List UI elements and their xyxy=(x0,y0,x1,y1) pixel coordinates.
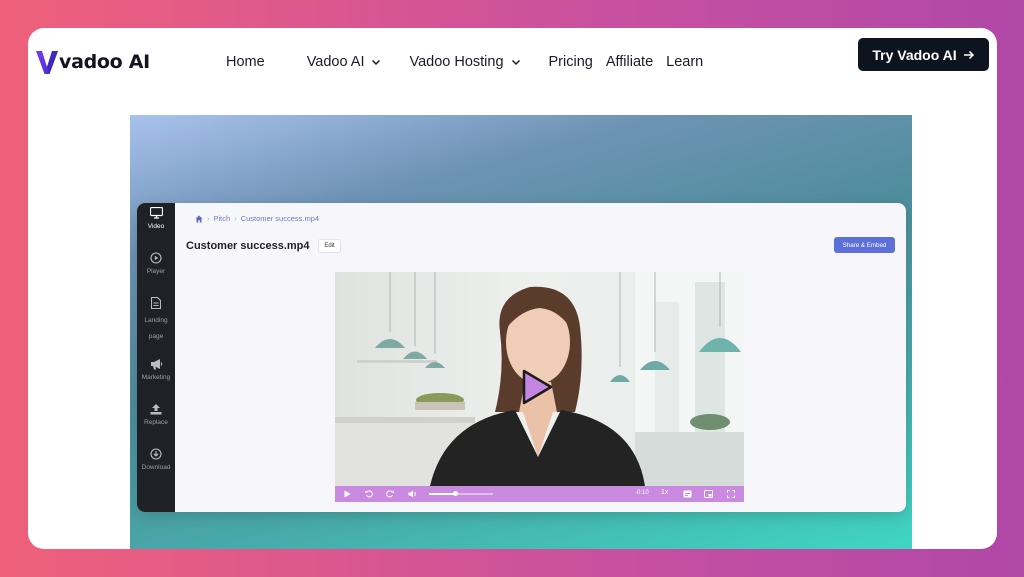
play-icon[interactable] xyxy=(344,490,351,498)
nav-home-label: Home xyxy=(226,54,265,70)
time-remaining: -0:10 xyxy=(635,490,649,496)
captions-icon[interactable] xyxy=(683,490,692,498)
vadoo-logo[interactable]: vadoo AI xyxy=(36,49,150,75)
video-player[interactable]: -0:10 1x xyxy=(335,272,744,502)
nav-affiliate-label: Affiliate xyxy=(605,54,654,70)
chevron-down-icon xyxy=(511,59,520,66)
nav-vadoo-ai[interactable]: Vadoo AI xyxy=(307,54,382,70)
nav-vadoo-hosting-label: Vadoo Hosting xyxy=(409,54,504,70)
chevron-down-icon xyxy=(372,59,381,66)
arrow-right-icon xyxy=(963,50,974,59)
nav-learn[interactable]: Learn xyxy=(666,54,703,70)
fullscreen-icon[interactable] xyxy=(727,490,735,498)
sidebar-item-label: Landing page xyxy=(144,317,168,340)
breadcrumb-separator: › xyxy=(207,214,210,223)
sidebar-item-replace[interactable]: Replace xyxy=(137,403,175,427)
download-icon xyxy=(150,448,162,460)
sidebar-item-download[interactable]: Download xyxy=(137,448,175,472)
share-embed-button[interactable]: Share & Embed xyxy=(834,237,895,253)
vadoo-app-preview: Video Player Landing page Marketing Repl… xyxy=(137,203,906,512)
nav-home[interactable]: Home xyxy=(226,54,265,70)
breadcrumb-separator: › xyxy=(234,214,237,223)
play-circle-icon xyxy=(150,252,162,264)
sidebar-item-marketing[interactable]: Marketing xyxy=(137,358,175,382)
rewind-icon[interactable] xyxy=(365,490,373,498)
try-vadoo-ai-button[interactable]: Try Vadoo AI xyxy=(858,38,989,71)
play-icon[interactable] xyxy=(520,368,554,406)
nav-pricing[interactable]: Pricing xyxy=(549,54,593,70)
megaphone-icon xyxy=(150,359,162,370)
upload-icon xyxy=(150,404,162,415)
app-sidebar: Video Player Landing page Marketing Repl… xyxy=(137,203,175,512)
sidebar-item-player[interactable]: Player xyxy=(137,252,175,276)
picture-in-picture-icon[interactable] xyxy=(704,490,713,498)
browser-window: vadoo AI Home Vadoo AI Vadoo Hosting Pri… xyxy=(28,28,997,549)
main-nav: Home Vadoo AI Vadoo Hosting Pricing Affi… xyxy=(226,54,703,70)
progress-fill xyxy=(429,493,455,495)
nav-affiliate[interactable]: Affiliate xyxy=(606,54,653,70)
hero-screenshot: Video Player Landing page Marketing Repl… xyxy=(130,115,912,549)
brand-name: vadoo AI xyxy=(59,51,150,73)
progress-handle[interactable] xyxy=(452,491,458,496)
vadoo-v-logo-icon xyxy=(36,51,58,74)
sidebar-item-label: Download xyxy=(141,464,171,471)
monitor-icon xyxy=(149,207,163,219)
sidebar-item-label: Marketing xyxy=(141,374,171,381)
sidebar-item-landing-page[interactable]: Landing page xyxy=(137,297,175,345)
document-icon xyxy=(151,297,161,309)
volume-icon[interactable] xyxy=(408,490,418,498)
sidebar-item-label: Video xyxy=(147,223,165,230)
nav-vadoo-hosting[interactable]: Vadoo Hosting xyxy=(409,54,520,70)
nav-pricing-label: Pricing xyxy=(548,54,593,70)
breadcrumb-item-current: Customer success.mp4 xyxy=(240,214,320,223)
nav-learn-label: Learn xyxy=(666,54,704,70)
playback-speed[interactable]: 1x xyxy=(661,489,668,496)
nav-vadoo-ai-label: Vadoo AI xyxy=(306,54,365,70)
breadcrumb: › Pitch › Customer success.mp4 xyxy=(195,214,319,223)
video-control-bar: -0:10 1x xyxy=(335,486,744,502)
forward-icon[interactable] xyxy=(386,490,394,498)
breadcrumb-item[interactable]: Pitch xyxy=(214,214,231,223)
sidebar-item-label: Player xyxy=(146,268,166,275)
sidebar-item-video[interactable]: Video xyxy=(137,207,175,231)
home-icon[interactable] xyxy=(195,215,203,223)
cta-label: Try Vadoo AI xyxy=(872,46,957,63)
edit-button[interactable]: Edit xyxy=(318,239,341,253)
progress-track[interactable] xyxy=(429,491,493,496)
video-title: Customer success.mp4 xyxy=(186,240,310,252)
sidebar-item-label: Replace xyxy=(144,419,168,426)
